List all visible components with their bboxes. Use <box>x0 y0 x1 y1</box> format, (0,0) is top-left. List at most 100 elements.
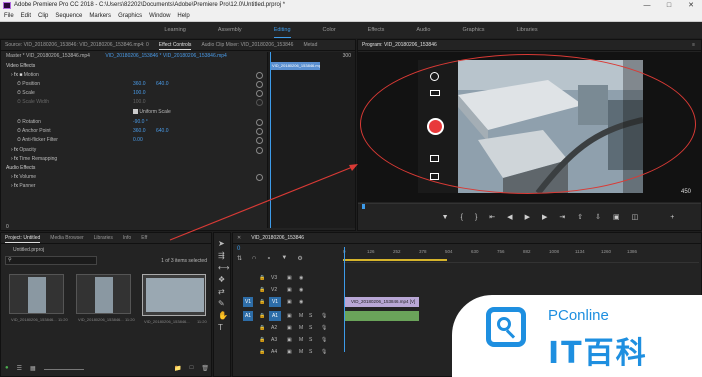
solo-button[interactable]: S <box>309 323 312 333</box>
program-scrub-bar[interactable] <box>358 203 701 209</box>
uniform-scale-checkbox[interactable] <box>133 109 138 115</box>
project-item-2[interactable] <box>76 274 131 314</box>
workspace-color[interactable]: Color <box>323 22 336 38</box>
delete-icon[interactable]: 🗑 <box>201 365 209 375</box>
workspace-assembly[interactable]: Assembly <box>218 22 242 38</box>
project-item-3[interactable] <box>142 274 206 316</box>
microphone-icon[interactable]: 🎙 <box>321 323 327 333</box>
list-view-icon[interactable]: ☰ <box>17 365 22 375</box>
lock-track-icon[interactable]: 🔒 <box>259 323 265 333</box>
project-search-input[interactable]: ⚲ <box>5 256 97 265</box>
menu-graphics[interactable]: Graphics <box>118 11 142 21</box>
step-back-icon[interactable]: ◀ <box>507 211 512 225</box>
sync-lock-icon[interactable]: ▣ <box>287 323 292 333</box>
reset-icon[interactable] <box>256 81 263 88</box>
icon-view-icon[interactable]: ▦ <box>30 365 36 375</box>
menu-clip[interactable]: Clip <box>38 11 48 21</box>
timeline-settings-icon[interactable]: ⚙ <box>297 255 302 263</box>
timeline-timecode[interactable]: 0 <box>237 246 240 252</box>
go-to-in-icon[interactable]: ⇤ <box>489 211 495 225</box>
minimize-button[interactable]: — <box>636 0 658 11</box>
tab-effects[interactable]: Eff <box>141 233 147 243</box>
anchor-y-value[interactable]: 640.0 <box>156 127 169 136</box>
eye-icon[interactable]: ◉ <box>299 273 303 283</box>
export-frame-icon[interactable]: ▣ <box>613 211 620 225</box>
eye-icon[interactable]: ◉ <box>299 297 303 307</box>
mute-button[interactable]: M <box>299 347 303 357</box>
stopwatch-icon[interactable]: ⏱ <box>17 90 21 96</box>
step-forward-icon[interactable]: ▶ <box>542 211 547 225</box>
workspace-graphics[interactable]: Graphics <box>462 22 484 38</box>
nest-icon[interactable]: ⇅ <box>237 255 242 263</box>
lock-track-icon[interactable]: 🔒 <box>259 335 265 345</box>
tab-effect-controls[interactable]: Effect Controls <box>158 40 192 50</box>
program-monitor-title[interactable]: Program: VID_20180206_153846 <box>362 40 437 50</box>
lock-track-icon[interactable]: 🔒 <box>259 285 265 295</box>
audio-clip[interactable] <box>345 311 419 321</box>
solo-button[interactable]: S <box>309 347 312 357</box>
anchor-x-value[interactable]: 360.0 <box>133 127 146 136</box>
workspace-audio[interactable]: Audio <box>416 22 430 38</box>
position-x-value[interactable]: 360.0 <box>133 80 146 89</box>
menu-window[interactable]: Window <box>149 11 170 21</box>
rotation-value[interactable]: -90.0 ° <box>133 118 148 127</box>
snap-icon[interactable]: ∩ <box>252 255 256 263</box>
type-tool-icon[interactable]: T <box>218 323 223 332</box>
linked-selection-icon[interactable]: ⚬ <box>266 255 271 263</box>
workspace-learning[interactable]: Learning <box>164 22 185 38</box>
scale-value[interactable]: 100.0 <box>133 89 146 98</box>
mute-button[interactable]: M <box>299 323 303 333</box>
work-area-bar[interactable] <box>343 259 447 261</box>
tab-source[interactable]: Source: VID_20180206_153846: VID_2018020… <box>5 40 149 50</box>
menu-edit[interactable]: Edit <box>21 11 31 21</box>
master-clip-label[interactable]: Master * VID_20180206_153846.mp4 <box>6 53 90 59</box>
pen-tool-icon[interactable]: ✎ <box>218 299 225 308</box>
microphone-icon[interactable]: 🎙 <box>321 311 327 321</box>
reset-icon[interactable] <box>256 72 263 79</box>
lift-icon[interactable]: ⇧ <box>577 211 583 225</box>
position-y-value[interactable]: 640.0 <box>156 80 169 89</box>
new-bin-icon[interactable]: 📁 <box>174 365 181 375</box>
extract-icon[interactable]: ⇩ <box>595 211 601 225</box>
workspace-effects[interactable]: Effects <box>368 22 385 38</box>
lock-track-icon[interactable]: 🔒 <box>259 311 265 321</box>
eye-icon[interactable]: ◉ <box>299 285 303 295</box>
mark-out-bracket-icon[interactable]: } <box>475 211 477 225</box>
reset-icon[interactable] <box>256 119 263 126</box>
sync-lock-icon[interactable]: ▣ <box>287 285 292 295</box>
anti-flicker-value[interactable]: 0.00 <box>133 136 143 145</box>
lock-track-icon[interactable]: 🔒 <box>259 273 265 283</box>
panel-menu-icon[interactable]: ≡ <box>692 40 695 50</box>
video-clip[interactable]: VID_20180206_153846.mp4 [V] <box>345 297 419 307</box>
reset-icon[interactable] <box>256 147 263 154</box>
menu-markers[interactable]: Markers <box>89 11 111 21</box>
track-label[interactable]: V1 <box>269 297 281 307</box>
mute-button[interactable]: M <box>299 311 303 321</box>
workspace-editing[interactable]: Editing <box>273 22 291 38</box>
menu-file[interactable]: File <box>4 11 14 21</box>
tab-libraries[interactable]: Libraries <box>94 233 113 243</box>
ripple-edit-tool-icon[interactable]: ⟷ <box>218 263 229 272</box>
project-item-1[interactable] <box>9 274 64 314</box>
track-label[interactable]: A1 <box>269 311 281 321</box>
maximize-button[interactable]: □ <box>658 0 680 11</box>
stopwatch-icon[interactable]: ⏱ <box>17 81 21 87</box>
track-select-tool-icon[interactable]: ⇶ <box>218 251 225 260</box>
tab-audio-clip-mixer[interactable]: Audio Clip Mixer: VID_20180206_153846 <box>201 40 293 50</box>
solo-button[interactable]: S <box>309 335 312 345</box>
go-to-out-icon[interactable]: ⇥ <box>559 211 565 225</box>
sync-lock-icon[interactable]: ▣ <box>287 273 292 283</box>
stopwatch-icon[interactable]: ⏱ <box>17 119 21 125</box>
lock-track-icon[interactable]: 🔒 <box>259 297 265 307</box>
source-patch-a1[interactable]: A1 <box>243 311 253 321</box>
menu-help[interactable]: Help <box>177 11 189 21</box>
lock-icon[interactable]: ● <box>5 365 9 375</box>
tab-info[interactable]: Info <box>123 233 131 243</box>
microphone-icon[interactable]: 🎙 <box>321 347 327 357</box>
sync-lock-icon[interactable]: ▣ <box>287 297 292 307</box>
menu-sequence[interactable]: Sequence <box>55 11 82 21</box>
reset-icon[interactable] <box>256 90 263 97</box>
mark-in-icon[interactable]: ▼ <box>442 211 449 225</box>
reset-icon[interactable] <box>256 137 263 144</box>
sync-lock-icon[interactable]: ▣ <box>287 335 292 345</box>
